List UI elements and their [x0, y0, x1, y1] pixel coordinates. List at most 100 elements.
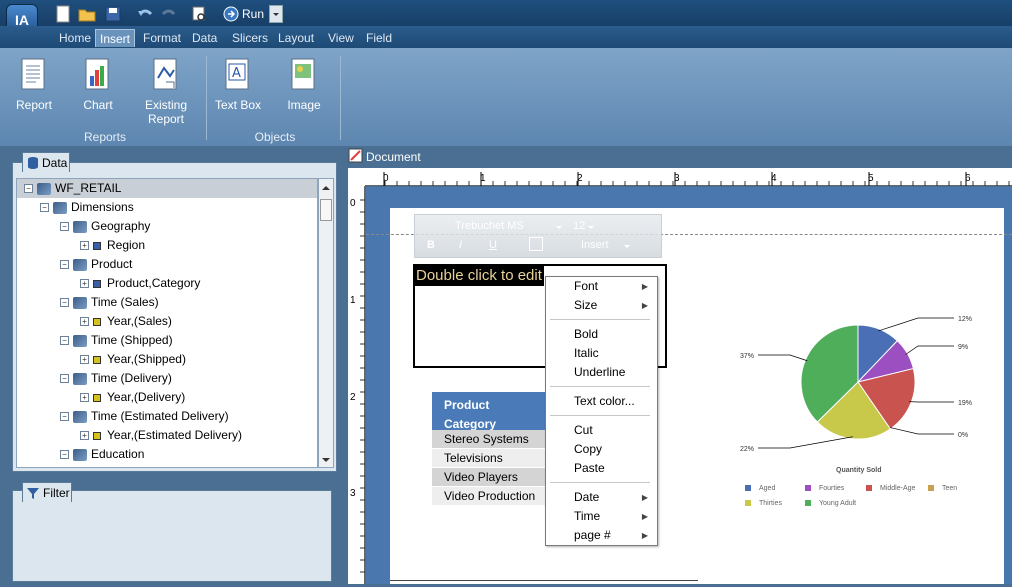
scroll-down-icon[interactable] [319, 453, 333, 467]
svg-text:A: A [232, 66, 241, 81]
tab-view[interactable]: View [324, 29, 358, 47]
menu-item-time[interactable]: Time▶ [546, 507, 654, 526]
font-size-select[interactable]: 12 [573, 220, 585, 232]
collapse-icon[interactable]: − [40, 203, 49, 212]
collapse-icon[interactable]: − [60, 222, 69, 231]
pie-leader-line [878, 318, 954, 331]
yellow-square-icon [93, 318, 101, 326]
collapse-icon[interactable]: − [60, 336, 69, 345]
tree-item[interactable]: +Year,(Delivery) [80, 388, 185, 407]
tab-field[interactable]: Field [362, 29, 396, 47]
print-preview-icon[interactable] [190, 5, 208, 23]
run-dropdown-button[interactable] [269, 5, 283, 23]
legend-swatch [928, 485, 934, 491]
menu-item-page[interactable]: page #▶ [546, 526, 654, 545]
table-row[interactable]: Televisions [432, 449, 550, 467]
tree-item[interactable]: +Year,(Shipped) [80, 350, 186, 369]
tree-item[interactable]: −Product [60, 255, 132, 274]
tree-item[interactable]: + Region [80, 236, 145, 255]
menu-item-text-color[interactable]: Text color... [546, 392, 654, 411]
expand-icon[interactable]: + [80, 317, 89, 326]
legend-label: Young Adult [819, 500, 856, 507]
font-select[interactable]: Trebuchet MS [455, 220, 524, 232]
tab-slicers[interactable]: Slicers [228, 29, 272, 47]
table-header[interactable]: Product Category [432, 392, 550, 430]
expand-icon[interactable]: + [80, 355, 89, 364]
document-icon [348, 148, 364, 164]
tree-item[interactable]: +Year,(Estimated Delivery) [80, 426, 242, 445]
tree-item[interactable]: −Time (Estimated Delivery) [60, 407, 229, 426]
tree-scrollbar[interactable] [318, 178, 334, 468]
open-folder-icon[interactable] [78, 5, 96, 23]
italic-icon[interactable]: I [459, 239, 462, 251]
tab-insert[interactable]: Insert [95, 29, 135, 47]
blue-square-icon [93, 242, 101, 250]
redo-icon[interactable] [160, 5, 178, 23]
bold-icon[interactable]: B [427, 239, 435, 251]
tree-item[interactable]: −WF_RETAIL [24, 179, 121, 198]
menu-item-copy[interactable]: Copy [546, 440, 654, 459]
tree-item[interactable]: −Time (Delivery) [60, 369, 172, 388]
legend-swatch [745, 485, 751, 491]
expand-icon[interactable]: + [80, 393, 89, 402]
align-icon[interactable] [529, 237, 543, 251]
undo-icon[interactable] [136, 5, 154, 23]
collapse-icon[interactable]: − [60, 298, 69, 307]
table-row[interactable]: Stereo Systems [432, 430, 550, 448]
run-icon [222, 5, 240, 23]
text-box-placeholder[interactable]: Double click to edit [414, 266, 544, 286]
scrollbar-thumb[interactable] [320, 199, 332, 221]
tree-item-label: Region [107, 238, 145, 252]
font-dropdown-icon[interactable] [555, 224, 563, 232]
existing-report-label: Existing Report [145, 98, 187, 126]
tree-item[interactable]: −Education [60, 445, 144, 464]
filter-panel-tab[interactable]: Filter [22, 482, 72, 502]
tree-item[interactable]: −Dimensions [40, 198, 134, 217]
tree-item[interactable]: −Time (Sales) [60, 293, 159, 312]
menu-item-date[interactable]: Date▶ [546, 488, 654, 507]
report-button[interactable]: Report [4, 58, 64, 112]
new-icon[interactable] [54, 5, 72, 23]
insert-select[interactable]: Insert [581, 239, 609, 251]
tab-format[interactable]: Format [139, 29, 185, 47]
collapse-icon[interactable]: − [24, 184, 33, 193]
expand-icon[interactable]: + [80, 241, 89, 250]
chart-button[interactable]: Chart [68, 58, 128, 112]
collapse-icon[interactable]: − [60, 450, 69, 459]
table-row[interactable]: Video Players [432, 468, 550, 486]
insert-dropdown-icon[interactable] [623, 243, 631, 251]
ruler-label-h-4: 4 [771, 173, 777, 184]
horizontal-ruler [365, 168, 1012, 186]
legend-swatch [805, 500, 811, 506]
tab-data[interactable]: Data [188, 29, 221, 47]
existing-report-button[interactable]: Existing Report [136, 58, 196, 126]
tab-home[interactable]: Home [55, 29, 95, 47]
data-panel-tab[interactable]: Data [22, 152, 70, 172]
menu-item-paste[interactable]: Paste [546, 459, 654, 478]
expand-icon[interactable]: + [80, 279, 89, 288]
menu-item-font[interactable]: Font▶ [546, 277, 654, 296]
tree-item[interactable]: +Year,(Sales) [80, 312, 172, 331]
tree-item[interactable]: −Time (Shipped) [60, 331, 173, 350]
menu-item-size[interactable]: Size▶ [546, 296, 654, 315]
scroll-up-icon[interactable] [319, 181, 333, 195]
collapse-icon[interactable]: − [60, 374, 69, 383]
menu-item-underline[interactable]: Underline [546, 363, 654, 382]
report-label: Report [16, 98, 52, 112]
tree-item[interactable]: +Product,Category [80, 274, 200, 293]
run-button[interactable]: Run [222, 5, 274, 23]
size-dropdown-icon[interactable] [587, 224, 595, 232]
tree-item[interactable]: −Geography [60, 217, 150, 236]
table-row[interactable]: Video Production [432, 487, 550, 505]
underline-icon[interactable]: U [489, 239, 497, 251]
menu-item-italic[interactable]: Italic [546, 344, 654, 363]
menu-item-cut[interactable]: Cut [546, 421, 654, 440]
save-icon[interactable] [104, 5, 122, 23]
collapse-icon[interactable]: − [60, 412, 69, 421]
text-box-button[interactable]: A Text Box [208, 58, 268, 112]
tab-layout[interactable]: Layout [274, 29, 318, 47]
image-button[interactable]: Image [274, 58, 334, 112]
expand-icon[interactable]: + [80, 431, 89, 440]
collapse-icon[interactable]: − [60, 260, 69, 269]
menu-item-bold[interactable]: Bold [546, 325, 654, 344]
